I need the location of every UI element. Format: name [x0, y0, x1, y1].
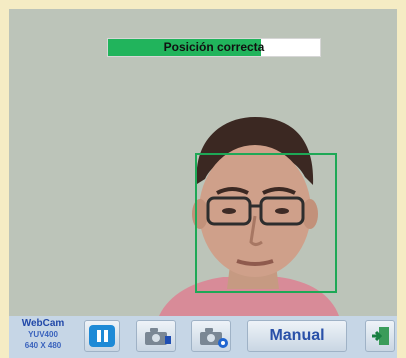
camera-settings-icon: [200, 328, 228, 348]
camera-name: WebCam: [21, 318, 65, 329]
exit-button[interactable]: [365, 320, 395, 352]
face-detection-box: [195, 153, 337, 293]
pause-icon: [89, 325, 115, 347]
camera-format: YUV400: [28, 330, 58, 339]
camera-resolution: 640 X 480: [24, 341, 62, 350]
pause-button[interactable]: [84, 320, 120, 352]
manual-button[interactable]: Manual: [247, 320, 347, 352]
status-progress-bar: Posición correcta: [107, 38, 321, 57]
status-text: Posición correcta: [163, 40, 265, 54]
camera-feed: Posición correcta: [9, 9, 397, 316]
bottom-toolbar: WebCam YUV400 640 X 480 Manual: [9, 316, 397, 358]
app-window: Posición correcta WebCam YUV400 640 X 48…: [0, 0, 406, 358]
exit-door-icon: [372, 327, 389, 345]
camera-icon: [145, 328, 171, 345]
camera-settings-button[interactable]: [191, 320, 231, 352]
camera-info: WebCam YUV400 640 X 480: [9, 318, 77, 351]
camera-button[interactable]: [136, 320, 176, 352]
